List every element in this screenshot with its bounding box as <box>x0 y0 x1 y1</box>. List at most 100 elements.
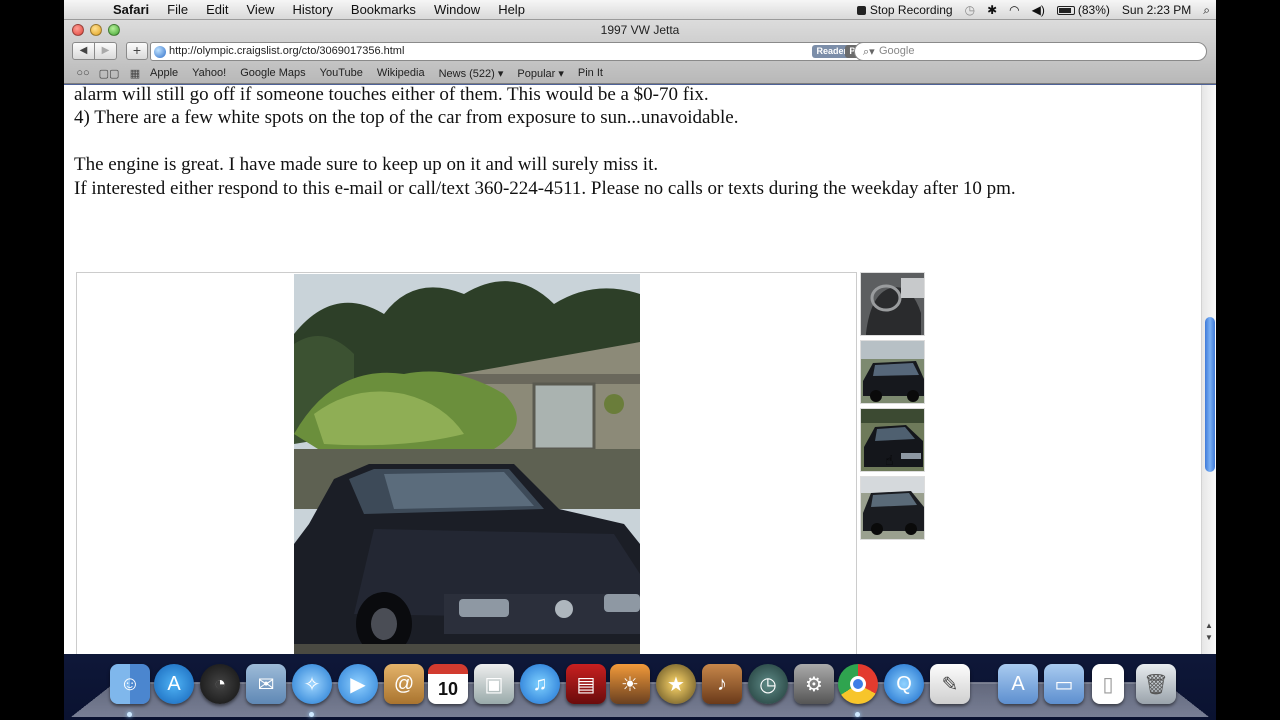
scroll-up-arrow-icon[interactable]: ▲ <box>1205 621 1213 630</box>
main-car-photo[interactable] <box>294 274 640 654</box>
minimize-window-button[interactable] <box>90 24 102 36</box>
menu-history[interactable]: History <box>283 2 341 17</box>
thumbnail-rear[interactable] <box>860 340 925 404</box>
finder-icon[interactable]: ☺ <box>110 664 150 704</box>
volume-icon[interactable]: ◀) <box>1032 3 1045 17</box>
dock: ☺ A ◔ ✉ ✧ ▶ @ 10 ▣ ♫ ▤ ☀ ★ ♪ ◷ ⚙ Q ✎ A ▭… <box>64 654 1216 720</box>
car-photo-image <box>294 274 640 654</box>
stop-recording-icon <box>856 6 866 15</box>
facetime-icon[interactable]: ▶ <box>338 664 378 704</box>
posting-line: The engine is great. I have made sure to… <box>74 154 659 176</box>
bookmark-pin-it[interactable]: Pin It <box>578 67 611 79</box>
thumbnail-interior-image <box>861 273 924 335</box>
document-icon[interactable]: ▯ <box>1092 664 1124 704</box>
menu-bar: Safari File Edit View History Bookmarks … <box>64 0 1216 20</box>
stop-recording-label: Stop Recording <box>869 3 953 17</box>
forward-arrow-icon: ▶ <box>101 45 110 56</box>
search-placeholder: Google <box>879 45 915 57</box>
menu-bookmarks[interactable]: Bookmarks <box>342 2 425 17</box>
itunes-icon[interactable]: ♫ <box>520 664 560 704</box>
menu-app-safari[interactable]: Safari <box>104 2 158 17</box>
garageband-icon[interactable]: ♪ <box>702 664 742 704</box>
dashboard-icon[interactable]: ◔ <box>200 664 240 704</box>
time-machine-dock-icon[interactable]: ◷ <box>748 664 788 704</box>
zoom-window-button[interactable] <box>108 24 120 36</box>
iphoto-icon[interactable]: ☀ <box>610 664 650 704</box>
menu-window[interactable]: Window <box>425 2 489 17</box>
bookmark-popular-folder[interactable]: Popular ▾ <box>517 67 572 80</box>
stop-recording-button[interactable]: Stop Recording <box>856 3 953 17</box>
globe-icon <box>154 46 166 58</box>
posting-blank-line <box>74 130 1016 153</box>
clock[interactable]: Sun 2:23 PM <box>1122 3 1191 17</box>
thumbnail-interior[interactable] <box>860 272 925 336</box>
documents-folder-icon[interactable]: ▭ <box>1044 664 1084 704</box>
thumbnail-side[interactable] <box>860 476 925 540</box>
posting-body: alarm will still go off if someone touch… <box>74 85 1016 200</box>
forward-button[interactable]: ▶ <box>94 42 117 60</box>
menu-edit[interactable]: Edit <box>197 2 237 17</box>
bookmarks-book-icon[interactable]: ▢▢ <box>98 67 120 80</box>
back-arrow-icon: ◀ <box>79 45 88 56</box>
textedit-icon[interactable]: ✎ <box>930 664 970 704</box>
battery-status[interactable]: (83%) <box>1056 3 1110 17</box>
bookmark-wikipedia[interactable]: Wikipedia <box>377 67 433 79</box>
posting-line: If interested either respond to this e-m… <box>74 177 1016 199</box>
bookmark-news-folder[interactable]: News (522) ▾ <box>439 67 512 80</box>
reading-list-icon[interactable]: ○○ <box>72 67 94 79</box>
url-text: http://olympic.craigslist.org/cto/306901… <box>169 45 405 57</box>
menu-view[interactable]: View <box>238 2 284 17</box>
bookmark-yahoo[interactable]: Yahoo! <box>192 67 234 79</box>
thumbnail-rear-image <box>861 341 924 403</box>
address-bar[interactable]: http://olympic.craigslist.org/cto/306901… <box>150 42 910 61</box>
ical-icon[interactable]: 10 <box>428 664 468 704</box>
thumbnail-strip <box>860 272 926 544</box>
safari-icon[interactable]: ✧ <box>292 664 332 704</box>
desktop-frame: Safari File Edit View History Bookmarks … <box>64 0 1216 720</box>
battery-percent: (83%) <box>1077 3 1110 17</box>
top-sites-grid-icon[interactable]: ▦ <box>124 67 146 80</box>
mail-icon[interactable]: ✉ <box>246 664 286 704</box>
trash-icon[interactable]: 🗑 <box>1136 664 1176 704</box>
calendar-day: 10 <box>437 678 459 699</box>
bookmarks-bar: ○○ ▢▢ ▦ Apple Yahoo! Google Maps YouTube… <box>64 64 1216 82</box>
bookmark-google-maps[interactable]: Google Maps <box>240 67 313 79</box>
running-indicator <box>127 712 132 717</box>
search-icon: ⌕▾ <box>863 46 875 58</box>
safari-toolbar: 1997 VW Jetta ◀ ▶ + http://olympic.craig… <box>64 20 1216 84</box>
main-image-panel <box>76 272 857 654</box>
menu-file[interactable]: File <box>158 2 197 17</box>
address-book-icon[interactable]: @ <box>384 664 424 704</box>
running-indicator <box>855 712 860 717</box>
app-store-icon[interactable]: A <box>154 664 194 704</box>
quicktime-icon[interactable]: Q <box>884 664 924 704</box>
chrome-icon[interactable] <box>838 664 878 704</box>
vertical-scrollbar[interactable]: ▲ ▼ <box>1201 85 1216 654</box>
web-content: alarm will still go off if someone touch… <box>64 85 1216 654</box>
photo-strip-icon[interactable]: ▤ <box>566 664 606 704</box>
menu-help[interactable]: Help <box>489 2 534 17</box>
system-preferences-icon[interactable]: ⚙ <box>794 664 834 704</box>
posting-line: 4) There are a few white spots on the to… <box>74 107 739 129</box>
spotlight-icon[interactable]: ⌕ <box>1203 3 1210 18</box>
photo-booth-icon[interactable]: ▣ <box>474 664 514 704</box>
search-field[interactable]: ⌕▾ Google <box>854 42 1207 61</box>
time-machine-icon[interactable]: ◷ <box>965 3 975 17</box>
scroll-down-arrow-icon[interactable]: ▼ <box>1205 633 1213 642</box>
thumbnail-side-image <box>861 477 924 539</box>
imovie-icon[interactable]: ★ <box>656 664 696 704</box>
wifi-icon[interactable]: ◠ <box>1009 3 1019 17</box>
back-button[interactable]: ◀ <box>72 42 95 60</box>
plus-icon: + <box>132 42 142 58</box>
close-window-button[interactable] <box>72 24 84 36</box>
add-bookmark-button[interactable]: + <box>126 42 148 60</box>
bookmark-youtube[interactable]: YouTube <box>320 67 371 79</box>
posting-line: alarm will still go off if someone touch… <box>74 85 709 105</box>
screen: Safari File Edit View History Bookmarks … <box>0 0 1280 720</box>
running-indicator <box>309 712 314 717</box>
scroll-thumb[interactable] <box>1205 317 1215 472</box>
applications-folder-icon[interactable]: A <box>998 664 1038 704</box>
bluetooth-icon[interactable]: ✱ <box>987 3 997 17</box>
menu-extras: Stop Recording ◷ ✱ ◠ ◀) (83%) Sun 2:23 P… <box>851 0 1216 20</box>
bookmark-apple[interactable]: Apple <box>150 67 186 79</box>
